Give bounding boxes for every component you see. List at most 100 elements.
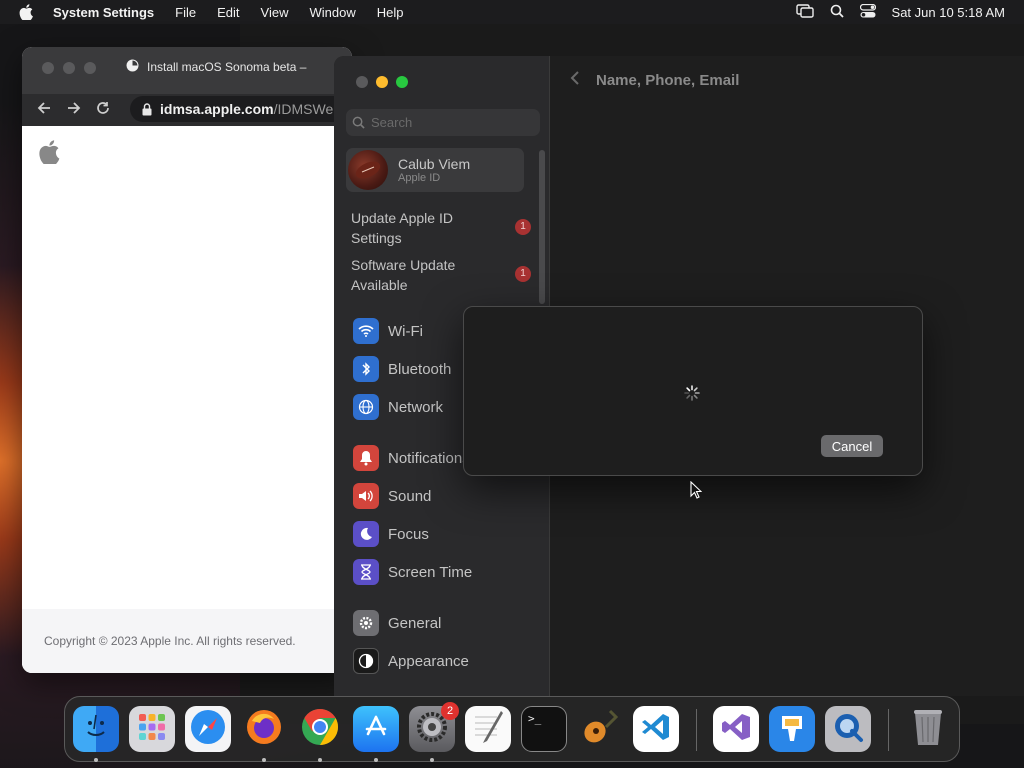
view-menu[interactable]: View: [261, 5, 289, 20]
dock-firefox[interactable]: [241, 706, 287, 752]
loading-favicon-icon: [126, 59, 139, 75]
alert-badge: 1: [515, 266, 531, 282]
url-bar[interactable]: idmsa.apple.com /IDMSWe: [130, 96, 352, 122]
apple-logo-icon: [38, 140, 60, 169]
sidebar-item-bluetooth[interactable]: Bluetooth: [353, 355, 451, 383]
copyright-text: Copyright © 2023 Apple Inc. All rights r…: [44, 634, 296, 648]
mouse-pointer-icon: [690, 480, 703, 504]
running-indicator: [262, 758, 266, 762]
avatar: [348, 150, 388, 190]
cancel-button[interactable]: Cancel: [821, 435, 883, 457]
safari-compass-icon: [189, 708, 227, 751]
keynote-podium-icon: [776, 711, 808, 748]
sidebar-item-label: Notifications: [388, 449, 470, 467]
sidebar-item-label: Screen Time: [388, 563, 473, 581]
sidebar-item-network[interactable]: Network: [353, 393, 443, 421]
sidebar-item-label: Network: [388, 398, 444, 416]
loading-spinner-icon: [684, 385, 700, 401]
sidebar-item-notifications[interactable]: Notifications: [353, 444, 470, 472]
launchpad-grid-icon: [136, 711, 168, 748]
search-icon: [352, 116, 365, 129]
control-center-icon[interactable]: [859, 3, 876, 21]
dock-keynote[interactable]: [769, 706, 815, 752]
file-menu[interactable]: File: [175, 5, 196, 20]
dock-terminal[interactable]: >_: [521, 706, 567, 752]
sidebar-item-wifi[interactable]: Wi-Fi: [353, 317, 423, 345]
account-name: Calub Viem: [398, 156, 471, 172]
dock-trash[interactable]: [905, 706, 951, 752]
quicktime-icon: [831, 710, 865, 749]
dock-app-store[interactable]: [353, 706, 399, 752]
browser-titlebar: Install macOS Sonoma beta –: [22, 47, 352, 94]
dock-textedit[interactable]: [465, 706, 511, 752]
url-path: /IDMSWe: [273, 101, 334, 117]
sidebar-item-sound[interactable]: Sound: [353, 482, 431, 510]
settings-notification-badge: 2: [441, 702, 459, 720]
sidebar-scrollbar[interactable]: [539, 150, 545, 304]
vscode-icon: [640, 711, 672, 748]
sidebar-item-general[interactable]: General: [353, 609, 441, 637]
browser-tab[interactable]: Install macOS Sonoma beta –: [126, 59, 306, 75]
dock-launchpad[interactable]: [129, 706, 175, 752]
account-subtitle: Apple ID: [398, 172, 441, 184]
browser-tab-title: Install macOS Sonoma beta –: [147, 60, 307, 74]
trash-icon: [911, 707, 945, 752]
bell-icon: [353, 445, 379, 471]
app-store-icon: [361, 712, 391, 747]
running-indicator: [374, 758, 378, 762]
window-menu[interactable]: Window: [309, 5, 355, 20]
forward-arrow-icon[interactable]: [66, 101, 82, 120]
alert-badge: 1: [515, 219, 531, 235]
bluetooth-icon: [353, 356, 379, 382]
back-arrow-icon[interactable]: [36, 101, 52, 120]
browser-toolbar: idmsa.apple.com /IDMSWe: [22, 94, 352, 126]
page-title: Name, Phone, Email: [596, 71, 740, 89]
running-indicator: [318, 758, 322, 762]
hourglass-icon: [353, 559, 379, 585]
apple-menu-icon[interactable]: [19, 4, 33, 20]
browser-minimize-button[interactable]: [63, 62, 75, 74]
wifi-icon: [353, 318, 379, 344]
detail-header: Name, Phone, Email: [570, 70, 739, 90]
dock-quicktime[interactable]: [825, 706, 871, 752]
menu-bar: System Settings File Edit View Window He…: [0, 0, 1024, 24]
back-chevron-icon[interactable]: [570, 70, 580, 90]
sidebar-item-label: Appearance: [388, 652, 469, 670]
apple-id-account[interactable]: Calub Viem Apple ID: [346, 148, 524, 192]
sidebar-item-focus[interactable]: Focus: [353, 520, 429, 548]
dock-visual-studio[interactable]: [713, 706, 759, 752]
chrome-icon: [300, 707, 340, 752]
app-name-menu[interactable]: System Settings: [53, 5, 154, 20]
spotlight-search-icon[interactable]: [830, 4, 844, 21]
settings-close-button[interactable]: [356, 76, 368, 88]
settings-minimize-button[interactable]: [376, 76, 388, 88]
dock-garageband[interactable]: [577, 706, 623, 752]
reload-icon[interactable]: [96, 101, 110, 120]
dock-finder[interactable]: [73, 706, 119, 752]
dock-vscode[interactable]: [633, 706, 679, 752]
globe-icon: [353, 394, 379, 420]
dock: >_: [64, 696, 960, 762]
settings-zoom-button[interactable]: [396, 76, 408, 88]
edit-menu[interactable]: Edit: [217, 5, 239, 20]
dock-separator: [888, 709, 889, 751]
running-indicator: [94, 758, 98, 762]
sidebar-item-appearance[interactable]: Appearance: [353, 647, 469, 675]
dock-safari[interactable]: [185, 706, 231, 752]
software-update-available-row[interactable]: Software Update Available 1: [351, 255, 531, 295]
screen-mirroring-icon[interactable]: [795, 3, 814, 21]
alert-label: Software Update Available: [351, 257, 456, 293]
browser-zoom-button[interactable]: [84, 62, 96, 74]
dock-chrome[interactable]: [297, 706, 343, 752]
menubar-clock[interactable]: Sat Jun 10 5:18 AM: [892, 5, 1005, 20]
sidebar-item-screen-time[interactable]: Screen Time: [353, 558, 472, 586]
browser-close-button[interactable]: [42, 62, 54, 74]
appearance-icon: [353, 648, 379, 674]
sidebar-item-label: Sound: [388, 487, 432, 505]
sidebar-item-label: General: [388, 614, 442, 632]
settings-search-field[interactable]: Search: [346, 109, 540, 136]
visual-studio-icon: [720, 711, 752, 748]
update-apple-id-settings-row[interactable]: Update Apple ID Settings 1: [351, 208, 531, 248]
help-menu[interactable]: Help: [377, 5, 404, 20]
speaker-icon: [353, 483, 379, 509]
